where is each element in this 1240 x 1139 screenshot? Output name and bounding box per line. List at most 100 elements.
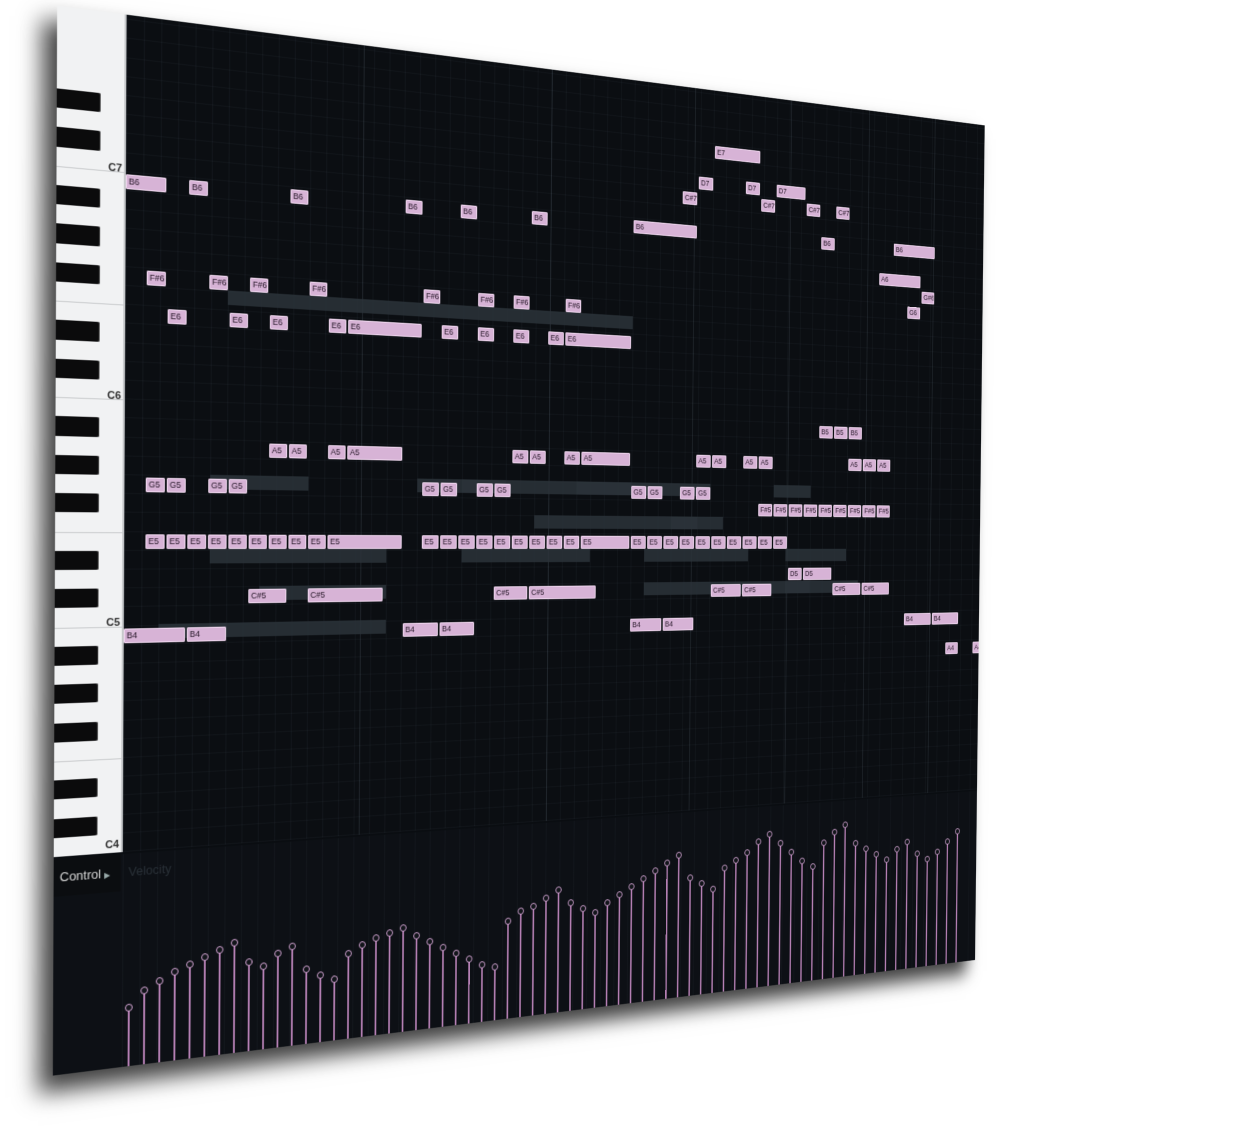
velocity-bar[interactable] [506,921,509,1019]
note-b6[interactable]: B6 [405,199,423,215]
note-e5[interactable]: E5 [248,534,267,549]
velocity-bar[interactable] [415,935,418,1031]
velocity-bar[interactable] [480,964,483,1022]
velocity-bar[interactable] [811,866,814,981]
note-cs5[interactable]: C#5 [493,586,528,601]
velocity-bar[interactable] [699,883,703,995]
black-key[interactable] [56,262,100,285]
note-cs5[interactable]: C#5 [307,587,383,603]
note-e5[interactable]: E5 [630,535,646,549]
velocity-bar[interactable] [556,889,560,1013]
note-a5[interactable]: A5 [347,445,403,461]
note-fs5[interactable]: F#5 [833,504,847,518]
note-b6[interactable]: B6 [290,188,309,205]
velocity-bar[interactable] [569,902,572,1011]
note-b6[interactable]: B6 [189,179,209,196]
note-a5[interactable]: A5 [696,454,711,468]
velocity-bar[interactable] [688,877,691,996]
velocity-bar[interactable] [629,886,633,1004]
note-fs6[interactable]: F#6 [478,292,495,308]
note-cs7[interactable]: C#7 [806,203,821,218]
note-fs5[interactable]: F#5 [818,504,832,518]
note-d7[interactable]: D7 [698,176,714,191]
velocity-bar[interactable] [653,870,657,1001]
note-e5[interactable]: E5 [511,535,528,549]
note-g5[interactable]: G5 [440,482,458,497]
note-g6[interactable]: G6 [907,306,921,320]
note-a5[interactable]: A5 [269,443,288,458]
note-g5[interactable]: G5 [208,478,227,494]
note-b4[interactable]: B4 [402,622,438,637]
velocity-bar[interactable] [863,848,867,974]
note-g5[interactable]: G5 [166,477,186,493]
note-fs6[interactable]: F#6 [209,274,229,291]
note-b4[interactable]: B4 [439,621,475,636]
velocity-bar[interactable] [821,842,825,980]
note-e5[interactable]: E5 [327,534,402,549]
note-a5[interactable]: A5 [712,454,727,468]
note-e5[interactable]: E5 [663,535,679,549]
note-e6[interactable]: E6 [328,318,347,334]
velocity-bar[interactable] [232,942,236,1054]
velocity-bar[interactable] [778,843,782,985]
note-fs6[interactable]: F#6 [513,295,530,310]
velocity-bar[interactable] [203,957,206,1057]
note-a5[interactable]: A5 [581,451,631,466]
velocity-bar[interactable] [593,912,596,1008]
note-cs5[interactable]: C#5 [710,584,741,598]
note-fs6[interactable]: F#6 [250,277,269,293]
note-a6[interactable]: A6 [879,273,921,289]
note-fs6[interactable]: F#6 [309,281,328,297]
velocity-bar[interactable] [305,969,308,1044]
velocity-bar[interactable] [218,949,221,1055]
note-b6[interactable]: B6 [531,210,548,226]
velocity-bar[interactable] [142,990,146,1065]
velocity-bar[interactable] [493,966,496,1021]
note-e5[interactable]: E5 [529,535,546,549]
note-e5[interactable]: E5 [711,535,726,549]
note-b5[interactable]: B5 [834,426,848,440]
note-e5[interactable]: E5 [268,534,287,549]
velocity-bar[interactable] [789,852,793,984]
velocity-bar[interactable] [915,853,918,968]
velocity-bar[interactable] [905,841,908,969]
black-key[interactable] [54,645,99,666]
note-fs6[interactable]: F#6 [565,298,582,313]
velocity-bar[interactable] [428,941,431,1029]
note-b4[interactable]: B4 [903,612,931,626]
note-grid[interactable]: B6 B6 B6 F#6 F#6 F#6 F#6 E6 E6 E6 E6 E6 A5 A5 A5 A5 G5 G5… [122,14,985,853]
note-b4[interactable]: B4 [630,617,662,632]
velocity-bar[interactable] [454,953,457,1026]
velocity-bar[interactable] [945,841,949,964]
note-fs6[interactable]: F#6 [423,289,441,304]
note-e5[interactable]: E5 [228,534,247,549]
velocity-bar[interactable] [581,908,584,1010]
note-fs5[interactable]: F#5 [773,504,788,517]
note-cs7[interactable]: C#7 [682,191,698,206]
note-fs5[interactable]: F#5 [847,505,862,518]
note-e5[interactable]: E5 [207,534,227,549]
velocity-bar[interactable] [519,911,522,1018]
black-key[interactable] [55,320,100,342]
note-e6[interactable]: E6 [548,331,564,346]
note-e5[interactable]: E5 [757,536,772,549]
note-e5[interactable]: E5 [440,534,457,549]
black-key[interactable] [55,358,100,380]
velocity-bar[interactable] [262,966,265,1050]
black-key[interactable] [55,493,99,513]
note-a5[interactable]: A5 [512,449,529,464]
note-e5[interactable]: E5 [726,535,742,549]
note-a5[interactable]: A5 [848,458,862,471]
black-key[interactable] [54,721,98,743]
note-e7[interactable]: E7 [714,145,761,164]
velocity-bar[interactable] [290,946,294,1046]
note-g5[interactable]: G5 [679,486,695,500]
note-e6[interactable]: E6 [167,309,187,325]
note-cs5[interactable]: C#5 [248,588,287,604]
note-e5[interactable]: E5 [187,534,207,549]
note-cs5[interactable]: C#5 [741,583,772,597]
note-e6[interactable]: E6 [441,325,459,340]
note-a4[interactable]: A4 [972,641,985,654]
note-e5[interactable]: E5 [563,535,580,549]
note-e6[interactable]: E6 [269,315,288,331]
